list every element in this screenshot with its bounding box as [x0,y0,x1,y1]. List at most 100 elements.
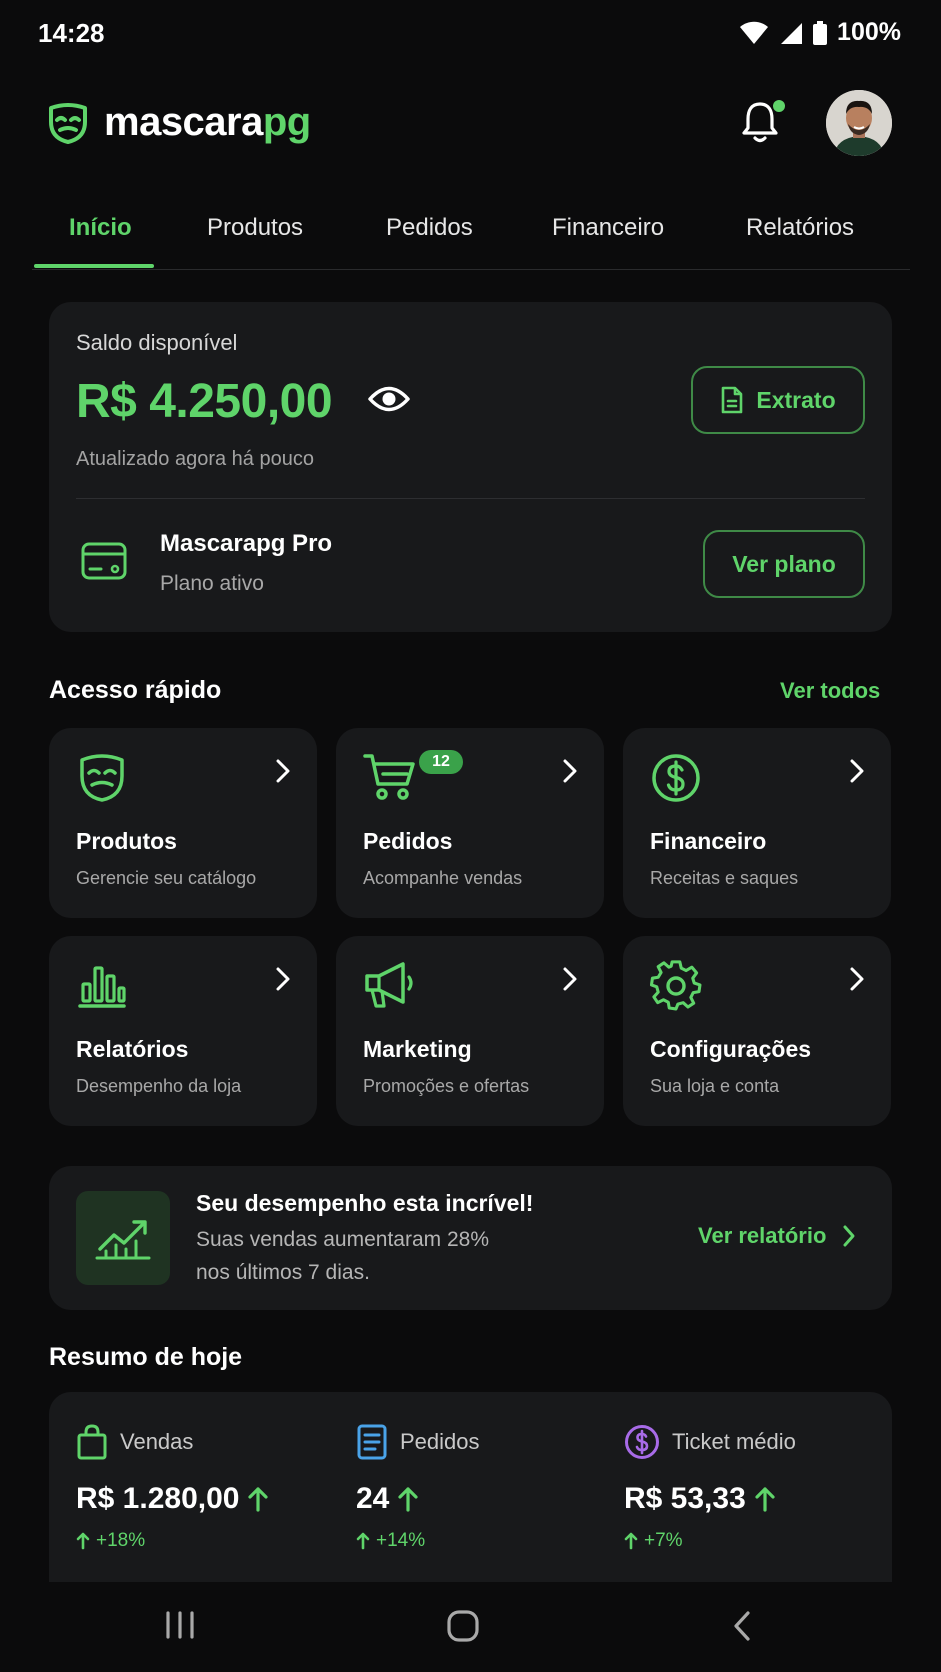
wifi-icon [740,21,769,44]
arrow-up-icon [248,1487,269,1512]
tab-produtos[interactable]: Produtos [207,214,303,242]
mask-logo-icon [49,102,87,144]
brand-logo[interactable]: mascarapg [46,100,311,145]
brand-name-prefix: mascara [104,100,263,144]
summary-ticket-delta: +7% [644,1530,683,1551]
tile-title: Marketing [363,1036,472,1062]
megaphone-icon [363,960,415,1015]
summary-orders-label: Pedidos [400,1429,480,1454]
tile-title: Relatórios [76,1036,189,1062]
summary-orders-delta: +14% [376,1530,426,1551]
system-navigation-bar [0,1582,941,1672]
arrow-up-icon [755,1487,775,1512]
tile-subtitle: Promoções e ofertas [363,1076,530,1096]
notifications-button[interactable] [740,100,785,148]
app-header: mascarapg [0,80,941,168]
tab-relatorios[interactable]: Relatórios [746,214,854,242]
view-report-label: Ver relatório [698,1223,827,1248]
chevron-right-icon [275,966,291,997]
tile-title: Financeiro [650,828,767,854]
plan-title: Mascarapg Pro [160,530,333,557]
view-plan-button-label: Ver plano [732,550,836,577]
performance-card: Seu desempenho esta incrível! Suas venda… [49,1166,892,1310]
avatar[interactable] [826,90,892,156]
chevron-right-icon [849,758,865,789]
recent-apps-icon [166,1611,194,1639]
shopping-bag-icon [77,1424,107,1460]
quick-tile-marketing[interactable]: Marketing Promoções e ofertas [336,936,604,1126]
tile-subtitle: Gerencie seu catálogo [76,868,257,888]
tile-title: Configurações [650,1036,812,1062]
tile-subtitle: Desempenho da loja [76,1076,242,1096]
summary-sales[interactable]: Vendas R$ 1.280,00 +18% [76,1424,269,1552]
balance-card: Saldo disponível R$ 4.250,00 Atualizado … [49,302,892,632]
status-time: 14:28 [38,18,105,48]
chevron-right-icon [849,966,865,997]
performance-text-line2: nos últimos 7 dias. [196,1261,370,1284]
back-button[interactable] [732,1610,752,1647]
mask-icon [76,752,128,807]
chevron-right-icon [275,758,291,789]
recent-apps-button[interactable] [164,1610,196,1645]
tile-subtitle: Sua loja e conta [650,1076,780,1096]
gear-icon [649,960,702,1017]
statement-button-label: Extrato [756,386,836,413]
view-plan-button[interactable]: Ver plano [703,530,865,598]
quick-tile-produtos[interactable]: Produtos Gerencie seu catálogo [49,728,317,918]
statement-button[interactable]: Extrato [691,366,865,434]
summary-average-ticket[interactable]: Ticket médio R$ 53,33 +7% [624,1424,796,1552]
brand-name-accent: pg [262,100,311,144]
tile-title: Pedidos [363,828,453,854]
performance-text-line1: Suas vendas aumentaram 28% [196,1228,490,1251]
tab-pedidos[interactable]: Pedidos [386,214,473,242]
performance-title: Seu desempenho esta incrível! [196,1190,534,1216]
eye-icon [368,386,410,412]
battery-icon [813,20,828,45]
credit-card-icon [81,542,127,585]
notification-dot [773,100,785,112]
cart-icon [363,752,417,807]
summary-orders[interactable]: Pedidos 24 +14% [356,1424,480,1552]
status-icons: 100% [739,18,901,47]
bar-chart-icon [76,960,128,1015]
tab-financeiro[interactable]: Financeiro [552,214,664,242]
summary-sales-delta: +18% [96,1530,146,1551]
trend-up-chart-icon [76,1191,170,1285]
view-report-link[interactable]: Ver relatório [698,1223,856,1249]
card-divider [76,498,865,499]
dollar-circle-icon [625,1425,659,1459]
arrow-up-icon [624,1532,638,1550]
back-icon [734,1611,750,1641]
tile-subtitle: Receitas e saques [650,868,799,888]
quick-tile-pedidos[interactable]: 12 Pedidos Acompanhe vendas [336,728,604,918]
chevron-right-icon [562,966,578,997]
document-icon [722,386,743,414]
home-icon [447,1610,479,1642]
see-all-link[interactable]: Ver todos [780,678,880,704]
balance-value: R$ 4.250,00 [76,375,333,428]
summary-title: Resumo de hoje [49,1343,243,1371]
quick-access-title: Acesso rápido [49,676,222,704]
home-button[interactable] [446,1610,480,1647]
chevron-right-icon [562,758,578,789]
summary-ticket-value: R$ 53,33 [624,1482,746,1515]
quick-tile-financeiro[interactable]: Financeiro Receitas e saques [623,728,891,918]
summary-sales-value: R$ 1.280,00 [76,1482,240,1515]
user-photo-icon [826,90,892,156]
toggle-balance-visibility-button[interactable] [367,384,411,419]
arrow-up-icon [356,1532,370,1550]
document-icon [357,1424,387,1460]
chevron-right-icon [843,1225,855,1247]
tab-inicio[interactable]: Início [69,214,132,242]
balance-updated-text: Atualizado agora há pouco [76,448,314,470]
plan-status: Plano ativo [160,572,264,595]
summary-ticket-label: Ticket médio [672,1429,796,1454]
battery-percent: 100% [837,18,901,46]
orders-badge: 12 [419,750,463,774]
tile-title: Produtos [76,828,177,854]
main-tabs: Início Produtos Pedidos Financeiro Relat… [32,196,910,270]
quick-tile-configuracoes[interactable]: Configurações Sua loja e conta [623,936,891,1126]
summary-orders-value: 24 [356,1482,390,1515]
quick-tile-relatorios[interactable]: Relatórios Desempenho da loja [49,936,317,1126]
arrow-up-icon [76,1532,90,1550]
